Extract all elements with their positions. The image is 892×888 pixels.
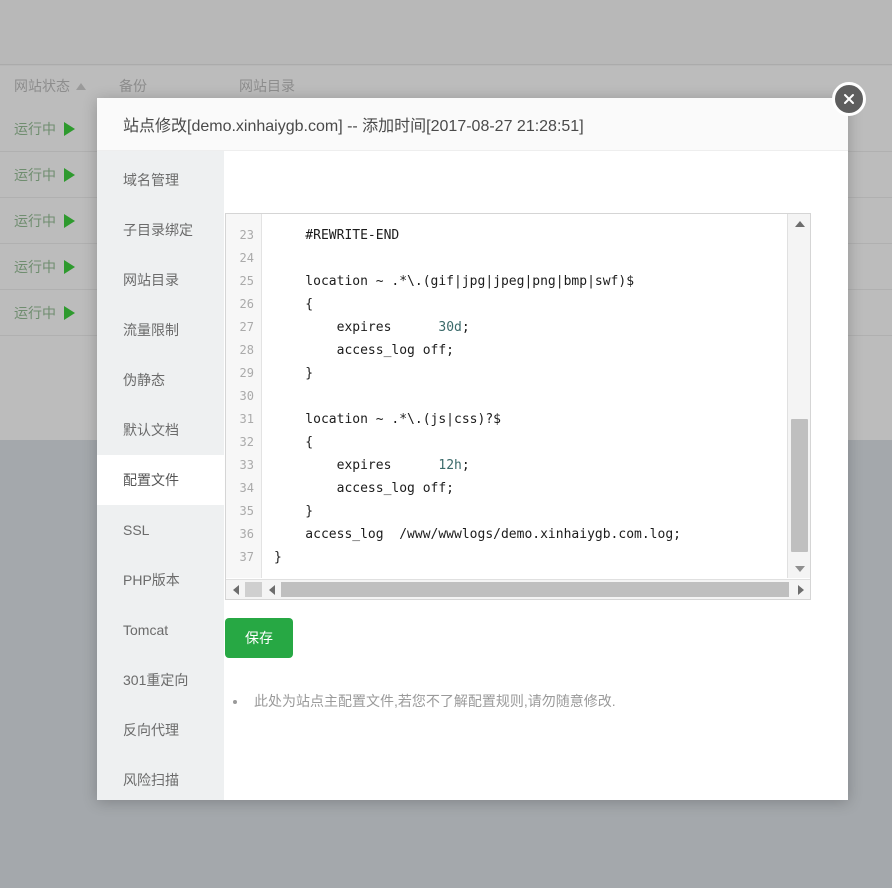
scroll-up-icon[interactable] <box>788 214 810 233</box>
sidebar-item-risk-scan[interactable]: 风险扫描 <box>97 755 224 805</box>
line-number: 36 <box>239 527 254 541</box>
code-line[interactable]: } <box>274 546 786 569</box>
background-toolbar <box>0 0 892 65</box>
column-header-status-label: 网站状态 <box>14 78 70 94</box>
line-number: 23 <box>239 228 254 242</box>
line-number: 29 <box>239 366 254 380</box>
line-number: 27 <box>239 320 254 334</box>
sidebar-item-301-redirect[interactable]: 301重定向 <box>97 655 224 705</box>
status-badge: 运行中 <box>14 212 56 229</box>
notes-list: 此处为站点主配置文件,若您不了解配置规则,请勿随意修改. <box>248 691 616 711</box>
site-edit-dialog: 站点修改[demo.xinhaiygb.com] -- 添加时间[2017-08… <box>97 82 866 800</box>
status-badge: 运行中 <box>14 120 56 137</box>
code-line[interactable]: location ~ .*\.(js|css)?$ <box>274 408 786 431</box>
code-line[interactable]: } <box>274 500 786 523</box>
note-item: 此处为站点主配置文件,若您不了解配置规则,请勿随意修改. <box>248 691 616 711</box>
code-line[interactable]: expires 30d; <box>274 316 786 339</box>
code-line[interactable]: location ~ .*\.(gif|jpg|jpeg|png|bmp|swf… <box>274 270 786 293</box>
play-icon[interactable] <box>64 305 75 320</box>
close-icon[interactable] <box>832 82 866 116</box>
sidebar-item-ssl[interactable]: SSL <box>97 505 224 555</box>
code-line[interactable]: { <box>274 293 786 316</box>
line-number: 32 <box>239 435 254 449</box>
editor-horizontal-scrollbar[interactable] <box>226 579 810 599</box>
column-header-status[interactable]: 网站状态 <box>0 76 105 96</box>
sidebar-item-traffic-limit[interactable]: 流量限制 <box>97 305 224 355</box>
code-line[interactable]: { <box>274 431 786 454</box>
sidebar-item-domain[interactable]: 域名管理 <box>97 155 224 205</box>
code-line[interactable]: expires 12h; <box>274 454 786 477</box>
line-number: 33 <box>239 458 254 472</box>
dialog-body: 域名管理 子目录绑定 网站目录 流量限制 伪静态 默认文档 配置文件 SSL P… <box>97 151 848 800</box>
editor-vertical-scrollbar[interactable] <box>787 214 810 578</box>
code-line[interactable]: #REWRITE-END <box>274 224 786 247</box>
sidebar-item-config-file[interactable]: 配置文件 <box>97 455 224 505</box>
line-number: 31 <box>239 412 254 426</box>
line-number: 30 <box>239 389 254 403</box>
status-badge: 运行中 <box>14 258 56 275</box>
column-header-site-dir[interactable]: 网站目录 <box>225 76 365 96</box>
code-line[interactable]: access_log off; <box>274 339 786 362</box>
scroll-right-icon[interactable] <box>791 580 810 599</box>
line-number: 24 <box>239 251 254 265</box>
sidebar-item-php-version[interactable]: PHP版本 <box>97 555 224 605</box>
dialog-title: 站点修改[demo.xinhaiygb.com] -- 添加时间[2017-08… <box>123 118 584 135</box>
config-file-editor[interactable]: 23 24 25 26 27 28 29 30 31 32 33 34 35 36 37 #REWRITE-… <box>225 213 811 600</box>
scroll-left-inner-icon[interactable] <box>262 580 281 599</box>
play-icon[interactable] <box>64 167 75 182</box>
scroll-down-icon[interactable] <box>788 559 810 578</box>
dialog-content: 23 24 25 26 27 28 29 30 31 32 33 34 35 36 37 #REWRITE-… <box>224 151 848 800</box>
play-icon[interactable] <box>64 259 75 274</box>
line-number-gutter: 23 24 25 26 27 28 29 30 31 32 33 34 35 36 37 <box>226 214 262 578</box>
vertical-scroll-thumb[interactable] <box>791 419 808 552</box>
sidebar-item-rewrite[interactable]: 伪静态 <box>97 355 224 405</box>
line-number: 34 <box>239 481 254 495</box>
code-line[interactable]: access_log /www/wwwlogs/demo.xinhaiygb.c… <box>274 523 786 546</box>
code-line[interactable] <box>274 247 786 270</box>
dialog-sidebar: 域名管理 子目录绑定 网站目录 流量限制 伪静态 默认文档 配置文件 SSL P… <box>97 151 224 800</box>
sidebar-item-default-doc[interactable]: 默认文档 <box>97 405 224 455</box>
status-badge: 运行中 <box>14 166 56 183</box>
dialog-header: 站点修改[demo.xinhaiygb.com] -- 添加时间[2017-08… <box>97 98 848 151</box>
sidebar-item-tomcat[interactable]: Tomcat <box>97 605 224 655</box>
play-icon[interactable] <box>64 213 75 228</box>
line-number: 26 <box>239 297 254 311</box>
column-header-backup[interactable]: 备份 <box>105 76 225 96</box>
line-number: 25 <box>239 274 254 288</box>
line-number: 35 <box>239 504 254 518</box>
code-line[interactable]: } <box>274 362 786 385</box>
sidebar-item-reverse-proxy[interactable]: 反向代理 <box>97 705 224 755</box>
save-button[interactable]: 保存 <box>225 618 293 658</box>
sidebar-item-subdir[interactable]: 子目录绑定 <box>97 205 224 255</box>
play-icon[interactable] <box>64 121 75 136</box>
code-line[interactable] <box>274 385 786 408</box>
code-line[interactable]: access_log off; <box>274 477 786 500</box>
code-area[interactable]: 23 24 25 26 27 28 29 30 31 32 33 34 35 36 37 #REWRITE-… <box>226 214 786 578</box>
scroll-left-icon[interactable] <box>226 580 245 599</box>
hscroll-gutter-pad <box>245 582 262 597</box>
sidebar-item-site-dir[interactable]: 网站目录 <box>97 255 224 305</box>
horizontal-scroll-thumb[interactable] <box>281 582 789 597</box>
sort-asc-caret-icon <box>76 83 86 90</box>
page-root: 网站状态 备份 网站目录 运行中 运行中 运行中 运行中 运行中 站点修改[de… <box>0 0 892 888</box>
line-number: 37 <box>239 550 254 564</box>
line-number: 28 <box>239 343 254 357</box>
status-badge: 运行中 <box>14 304 56 321</box>
code-text[interactable]: #REWRITE-END location ~ .*\.(gif|jpg|jpe… <box>262 214 786 578</box>
